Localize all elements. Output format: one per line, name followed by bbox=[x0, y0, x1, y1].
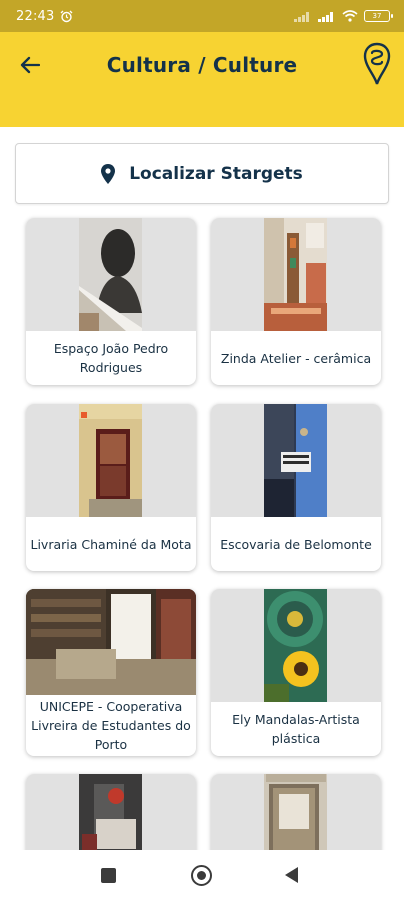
place-card[interactable]: UNICEPE - Cooperativa Livreira de Estuda… bbox=[26, 589, 196, 756]
signal-icon-2 bbox=[318, 12, 333, 22]
place-name: Ely Mandalas-Artista plástica bbox=[232, 712, 360, 746]
battery-level: 37 bbox=[372, 12, 382, 20]
place-card[interactable]: Escovaria de Belomonte bbox=[211, 404, 381, 571]
map-pin-icon bbox=[101, 163, 116, 184]
place-card[interactable]: Espaço João Pedro Rodrigues bbox=[26, 218, 196, 385]
place-name: Zinda Atelier - cerâmica bbox=[220, 350, 372, 366]
back-button[interactable] bbox=[17, 52, 43, 78]
place-photo bbox=[26, 218, 196, 331]
locate-stargets-button[interactable]: Localizar Stargets bbox=[15, 143, 389, 204]
system-back-button[interactable] bbox=[285, 867, 298, 883]
place-photo bbox=[211, 218, 381, 331]
header: Cultura / Culture bbox=[0, 32, 404, 98]
place-name: Espaço João Pedro Rodrigues bbox=[53, 341, 169, 375]
place-photo bbox=[211, 589, 381, 702]
wifi-icon bbox=[342, 10, 358, 22]
place-photo bbox=[26, 404, 196, 517]
place-card[interactable]: Zinda Atelier - cerâmica bbox=[211, 218, 381, 385]
page-title: Cultura / Culture bbox=[106, 53, 298, 77]
recent-apps-button[interactable] bbox=[101, 868, 116, 883]
system-navigation-bar bbox=[0, 850, 404, 900]
locate-stargets-label: Localizar Stargets bbox=[129, 163, 303, 184]
signal-icon bbox=[294, 12, 309, 22]
place-name: Livraria Chaminé da Mota bbox=[30, 536, 192, 552]
place-photo bbox=[211, 404, 381, 517]
logo-pin-icon[interactable] bbox=[362, 42, 392, 86]
status-time: 22:43 bbox=[16, 8, 55, 24]
arrow-left-icon bbox=[20, 56, 40, 74]
place-card[interactable]: Livraria Chaminé da Mota bbox=[26, 404, 196, 571]
place-name: Escovaria de Belomonte bbox=[220, 536, 372, 552]
place-card[interactable]: Ely Mandalas-Artista plástica bbox=[211, 589, 381, 756]
battery-icon: 37 bbox=[364, 10, 393, 22]
place-photo bbox=[26, 589, 196, 695]
place-name: UNICEPE - Cooperativa Livreira de Estuda… bbox=[31, 699, 191, 752]
home-button[interactable] bbox=[191, 865, 212, 886]
status-bar: 22:43 37 bbox=[0, 0, 404, 32]
alarm-icon bbox=[61, 10, 73, 22]
